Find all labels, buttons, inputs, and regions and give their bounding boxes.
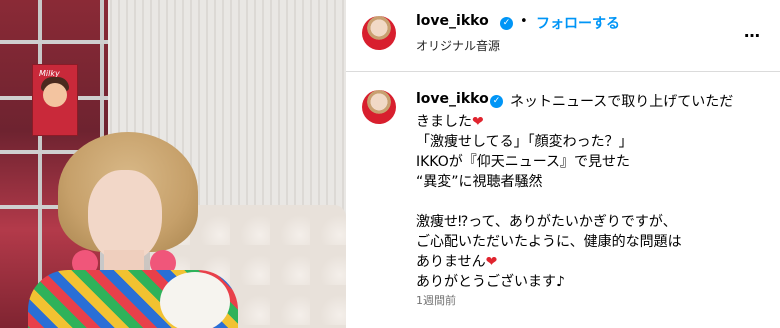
caption-username[interactable]: love_ikko (416, 91, 489, 107)
caption-line-7: 激痩せ⁉って、ありがたいかぎりですが、 (416, 214, 677, 230)
caption-line-1: ネットニュースで取り上げていただ (510, 94, 734, 110)
more-options-icon[interactable]: … (744, 22, 761, 41)
caption-line-2-text: きました (416, 114, 472, 130)
shelf-rack (0, 40, 108, 44)
verified-badge-icon: ✓ (500, 17, 513, 30)
post-photo[interactable]: Milky (0, 0, 346, 328)
verified-badge-icon: ✓ (490, 95, 503, 108)
caption-avatar[interactable] (362, 90, 396, 124)
header-username[interactable]: love_ikko (416, 13, 489, 29)
person-face (88, 170, 162, 262)
milky-poster: Milky (32, 64, 78, 136)
header-avatar[interactable] (362, 16, 396, 50)
poster-character-face (43, 83, 67, 107)
header-separator: • (520, 14, 528, 29)
heart-emoji-icon: ❤ (472, 114, 484, 130)
caption-line-8: ご心配いただいたように、健康的な問題は (416, 234, 682, 250)
caption-line-10: ありがとうございます♪ (416, 274, 565, 290)
header-divider (346, 71, 780, 72)
heart-emoji-icon: ❤ (485, 254, 498, 270)
caption-line-9-text: ありません (416, 254, 486, 270)
audio-label[interactable]: オリジナル音源 (416, 37, 500, 54)
white-pompom (160, 272, 230, 328)
follow-button[interactable]: フォローする (536, 13, 620, 33)
post-timestamp[interactable]: 1週間前 (416, 292, 456, 308)
caption-line-9: ありません❤ (416, 251, 497, 271)
caption-line-4: IKKOが『仰天ニュース』で見せた (416, 154, 631, 170)
post-side-panel: love_ikko ✓ • フォローする オリジナル音源 … love_ikko… (346, 0, 780, 328)
instagram-post: Milky love_ikko ✓ • フォローする オリジナル音源 … lov… (0, 0, 780, 328)
caption-line-3: 「激痩せしてる」「顔変わった？」 (416, 134, 633, 150)
caption-line-5: “異変”に視聴者騒然 (416, 174, 543, 190)
caption-line-2: きました❤ (416, 111, 484, 131)
